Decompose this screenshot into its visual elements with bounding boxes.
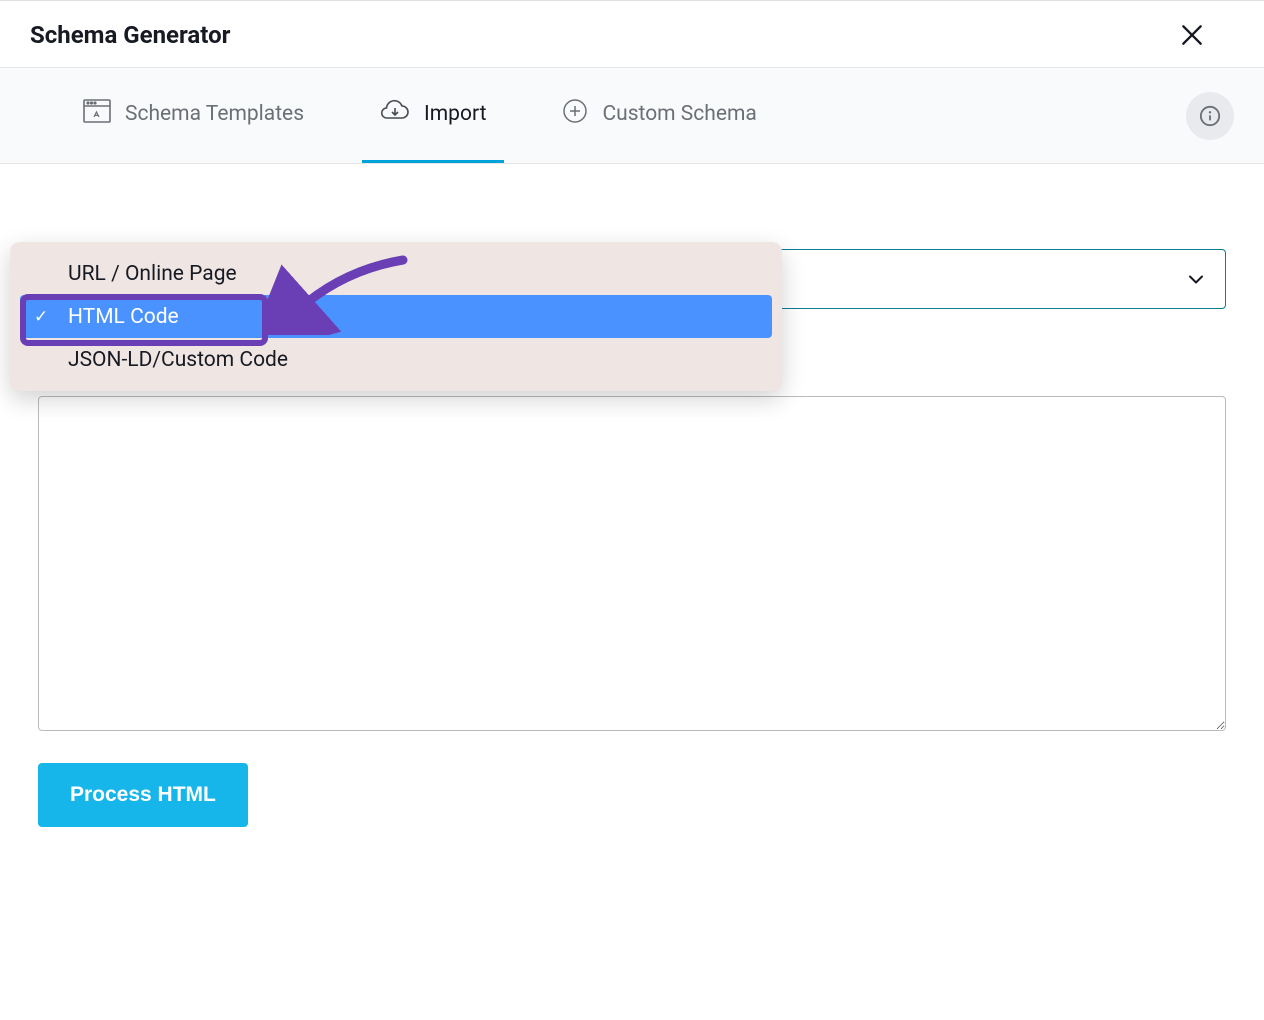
html-code-textarea[interactable] bbox=[38, 396, 1226, 731]
source-dropdown-list: URL / Online Page ✓ HTML Code JSON-LD/Cu… bbox=[10, 242, 782, 391]
dropdown-option-jsonld[interactable]: JSON-LD/Custom Code bbox=[20, 338, 772, 381]
plus-circle-icon bbox=[562, 98, 588, 130]
dropdown-option-label: HTML Code bbox=[68, 305, 179, 329]
dropdown-option-url[interactable]: URL / Online Page bbox=[20, 252, 772, 295]
tab-label: Import bbox=[424, 102, 486, 126]
tab-import[interactable]: Import bbox=[362, 68, 504, 163]
process-html-button[interactable]: Process HTML bbox=[38, 763, 248, 827]
close-button[interactable] bbox=[1178, 21, 1206, 49]
info-icon bbox=[1199, 105, 1221, 127]
modal-header: Schema Generator bbox=[0, 1, 1264, 68]
dropdown-option-label: URL / Online Page bbox=[68, 262, 237, 286]
tab-custom-schema[interactable]: Custom Schema bbox=[544, 68, 774, 163]
check-icon: ✓ bbox=[34, 307, 48, 327]
dropdown-option-label: JSON-LD/Custom Code bbox=[68, 348, 288, 372]
cloud-download-icon bbox=[380, 99, 410, 129]
modal-title: Schema Generator bbox=[30, 21, 230, 49]
tab-bar: Schema Templates Import Custom Schema bbox=[0, 68, 1264, 164]
dropdown-option-html-code[interactable]: ✓ HTML Code bbox=[20, 295, 772, 338]
template-icon bbox=[83, 99, 111, 129]
tab-label: Schema Templates bbox=[125, 102, 304, 126]
close-icon bbox=[1179, 22, 1205, 48]
tab-schema-templates[interactable]: Schema Templates bbox=[65, 68, 322, 163]
info-button[interactable] bbox=[1186, 92, 1234, 140]
tab-label: Custom Schema bbox=[602, 102, 756, 126]
